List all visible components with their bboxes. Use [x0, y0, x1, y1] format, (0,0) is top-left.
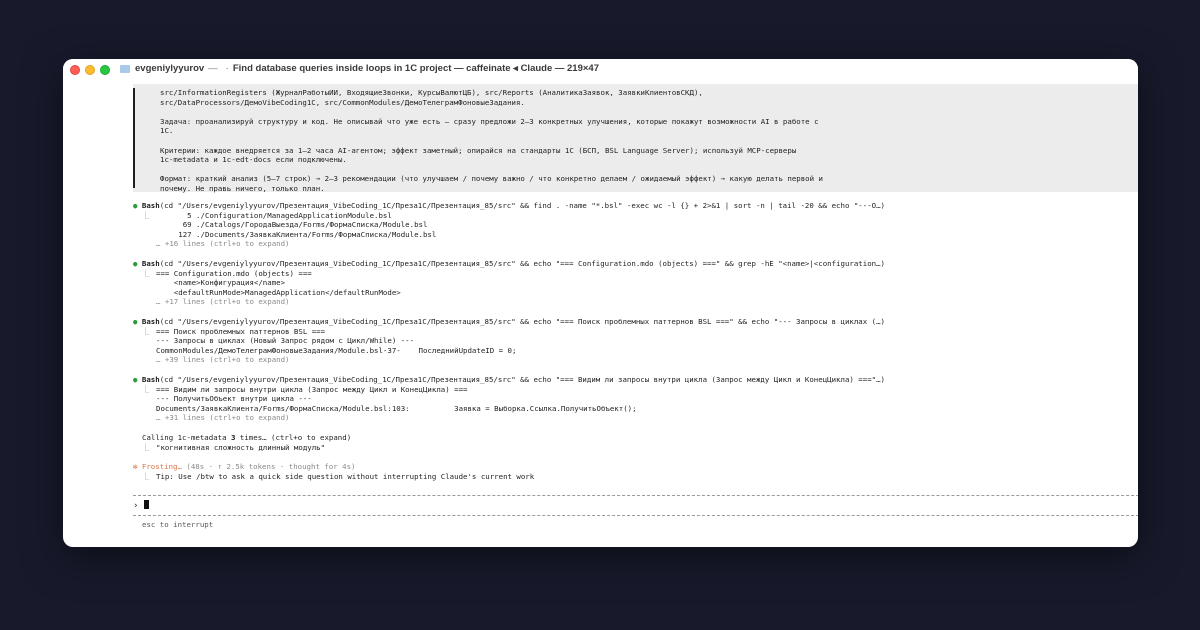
tool-output-line: --- Запросы в циклах (Новый Запрос рядом…: [156, 336, 415, 346]
close-window-button[interactable]: [70, 65, 80, 75]
title-separator: —: [208, 63, 218, 74]
tool-output-line: 69 ./Catalogs/ГородаВыезда/Forms/ФормаСп…: [156, 220, 428, 230]
tool-output-line: 5 ./Configuration/ManagedApplicationModu…: [156, 210, 392, 220]
tool-output-line: <defaultRunMode>ManagedApplication</defa…: [156, 287, 401, 297]
input-top-divider: [133, 495, 1138, 496]
tool-output-line: --- ПолучитьОбъект внутри цикла ---: [156, 394, 312, 404]
title-separator-dot: ·: [225, 63, 229, 74]
prompt-line: src/DataProcessors/ДемоVibeCoding1C, src…: [160, 97, 525, 107]
elbow-icon: ⎿: [142, 326, 150, 336]
success-dot-icon: ●: [133, 201, 138, 210]
user-prompt-block: src/InformationRegisters (ЖурналРаботыИИ…: [133, 84, 1138, 193]
minimize-window-button[interactable]: [85, 65, 95, 75]
success-dot-icon: ●: [133, 317, 138, 326]
tool-command: (cd "/Users/evgeniylyyurov/Презентация_V…: [159, 201, 885, 210]
input-bottom-divider: [133, 515, 1138, 516]
elbow-icon: ⎿: [142, 442, 150, 452]
title-user: evgeniylyyurov: [135, 63, 205, 74]
expand-hint[interactable]: … +31 lines (ctrl+o to expand): [156, 413, 290, 423]
tip-text: Tip: Use /btw to ask a quick side questi…: [156, 471, 535, 481]
tool-name: Bash: [141, 317, 160, 326]
tool-call-line: ● Bash(cd "/Users/evgeniylyyurov/Презент…: [133, 317, 885, 327]
input-prompt[interactable]: ›: [133, 500, 149, 511]
tool-name: Bash: [141, 375, 160, 384]
tool-name: Bash: [141, 201, 160, 210]
tool-output-line: CommonModules/ДемоТелеграмФоновыеЗадания…: [156, 345, 517, 355]
success-dot-icon: ●: [133, 259, 138, 268]
calling-detail-line: ⎿: [142, 443, 149, 453]
prompt-line: Критерии: каждое внедряется за 1–2 часа …: [160, 145, 797, 155]
tool-call-line: ● Bash(cd "/Users/evgeniylyyurov/Презент…: [133, 201, 885, 211]
terminal-window: evgeniylyyurov — · Find database queries…: [63, 59, 1138, 547]
asterisk-icon: ✻: [133, 462, 138, 471]
title-bar: evgeniylyyurov — · Find database queries…: [63, 59, 1138, 81]
folder-icon: [120, 64, 130, 73]
prompt-line: Задача: проанализируй структуру и код. Н…: [160, 116, 819, 126]
expand-hint[interactable]: … +17 lines (ctrl+o to expand): [156, 297, 290, 307]
interrupt-hint: esc to interrupt: [142, 520, 214, 529]
text-cursor: [143, 500, 149, 509]
calling-prefix: Calling 1c-metadata: [142, 433, 231, 442]
zoom-window-button[interactable]: [100, 65, 110, 75]
elbow-icon: ⎿: [142, 210, 150, 220]
success-dot-icon: ●: [133, 375, 138, 384]
tool-output-line: ⎿: [142, 327, 149, 337]
tool-output-line: <name>Конфигурация</name>: [156, 278, 286, 288]
tool-call-line: ● Bash(cd "/Users/evgeniylyyurov/Презент…: [133, 375, 885, 385]
prompt-line: 1С.: [160, 126, 174, 136]
tool-output-line: === Видим ли запросы внутри цикла (Запро…: [156, 384, 468, 394]
expand-hint[interactable]: … +16 lines (ctrl+o to expand): [156, 239, 290, 249]
prompt-line: 1c-metadata и 1c-edt-docs если подключен…: [160, 155, 347, 165]
status-verb: Frosting…: [141, 462, 182, 471]
tool-output-line: Documents/ЗаявкаКлиента/Forms/ФормаСписк…: [156, 403, 637, 413]
prompt-quote-bar: [133, 88, 135, 188]
tool-command: (cd "/Users/evgeniylyyurov/Презентация_V…: [159, 317, 885, 326]
tool-output-line: ⎿: [142, 385, 149, 395]
tool-output-line: === Configuration.mdo (objects) ===: [156, 268, 312, 278]
calling-suffix: times… (ctrl+o to expand): [235, 433, 352, 442]
status-line: ✻ Frosting… (48s · ↑ 2.5k tokens · thoug…: [133, 462, 356, 472]
prompt-symbol: ›: [133, 501, 139, 511]
elbow-icon: ⎿: [142, 471, 150, 481]
calling-detail: "когнитивная сложность длинный модуль": [156, 442, 326, 452]
prompt-line: src/InformationRegisters (ЖурналРаботыИИ…: [160, 88, 703, 97]
tool-output-line: ⎿: [142, 211, 149, 221]
tool-output-line: ⎿: [142, 269, 149, 279]
elbow-icon: ⎿: [142, 384, 150, 394]
prompt-line: почему. Не правь ничего, только план.: [160, 184, 325, 193]
tool-output-line: 127 ./Documents/ЗаявкаКлиента/Forms/Форм…: [156, 229, 437, 239]
status-meta: (48s · ↑ 2.5k tokens · thought for 4s): [181, 462, 356, 471]
tool-call-line: ● Bash(cd "/Users/evgeniylyyurov/Презент…: [133, 259, 885, 269]
elbow-icon: ⎿: [142, 268, 150, 278]
title-text: Find database queries inside loops in 1C…: [232, 63, 599, 74]
tip-line: ⎿: [142, 472, 149, 482]
terminal-content[interactable]: src/InformationRegisters (ЖурналРаботыИИ…: [63, 81, 1138, 547]
tool-command: (cd "/Users/evgeniylyyurov/Презентация_V…: [159, 375, 885, 384]
calling-status-line[interactable]: Calling 1c-metadata 3 times… (ctrl+o to …: [142, 433, 351, 443]
tool-output-line: === Поиск проблемных паттернов BSL ===: [156, 326, 326, 336]
window-title: evgeniylyyurov — · Find database queries…: [120, 63, 599, 74]
tool-name: Bash: [141, 259, 160, 268]
expand-hint[interactable]: … +39 lines (ctrl+o to expand): [156, 355, 290, 365]
tool-command: (cd "/Users/evgeniylyyurov/Презентация_V…: [159, 259, 885, 268]
prompt-line: Формат: краткий анализ (5–7 строк) → 2–3…: [160, 174, 823, 184]
